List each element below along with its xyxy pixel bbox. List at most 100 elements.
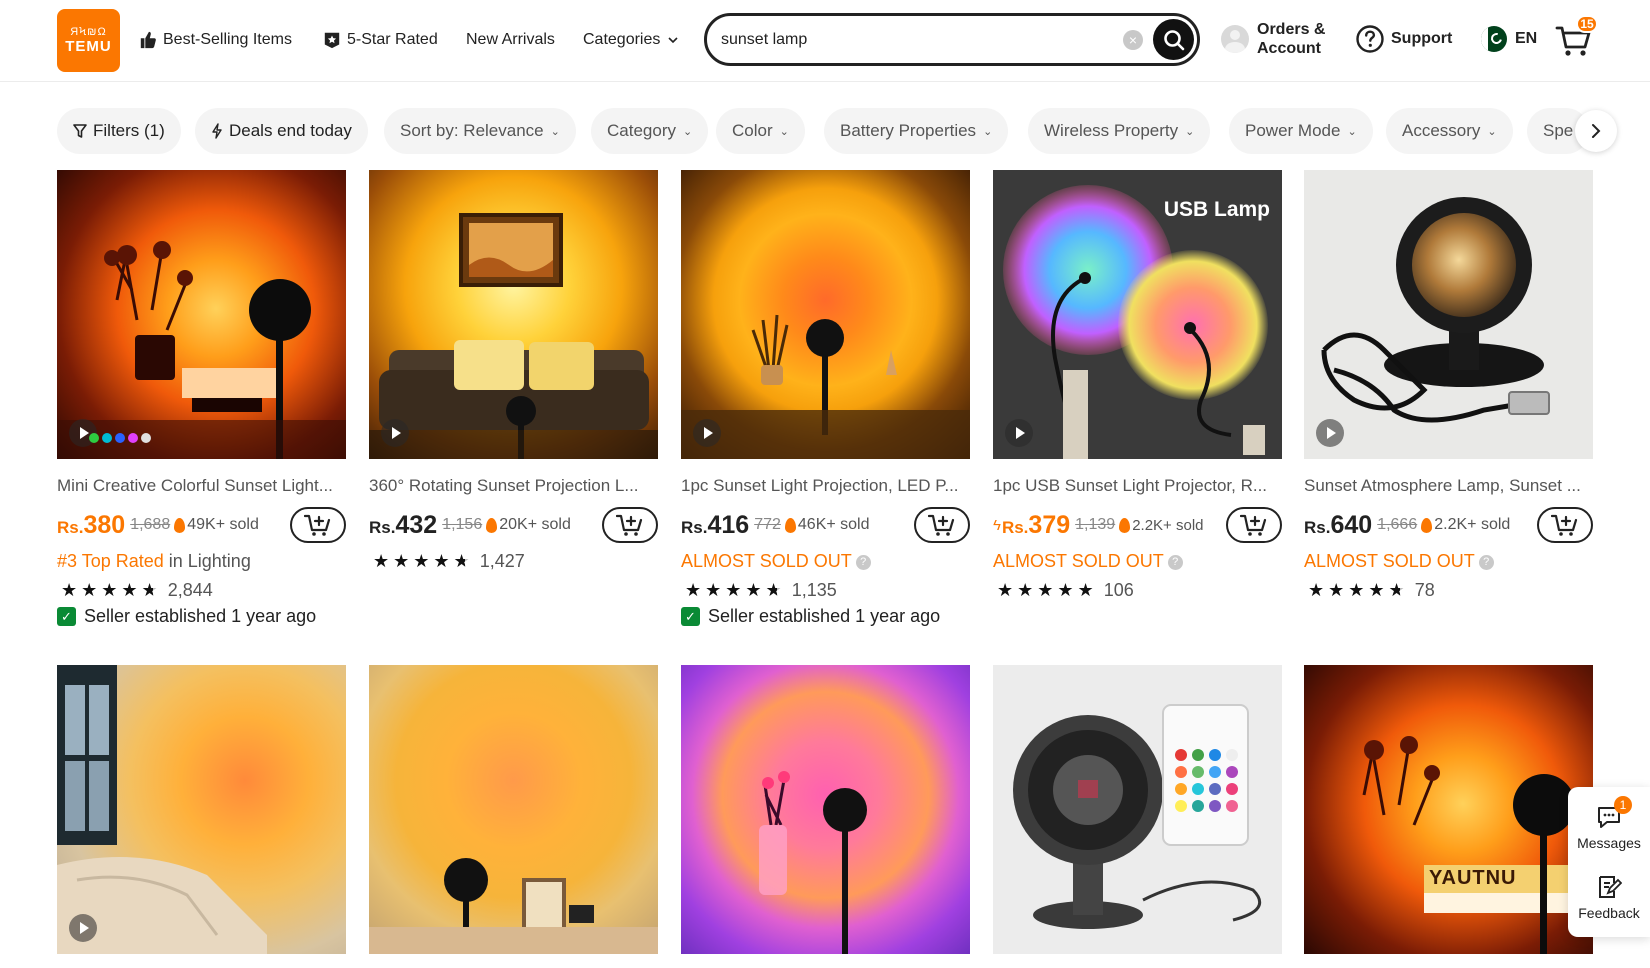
box-label: YAUTNU xyxy=(1429,867,1517,889)
sold-count: 49K+ sold xyxy=(174,516,259,534)
product-image[interactable] xyxy=(57,170,346,459)
messages-badge: 1 xyxy=(1614,796,1632,814)
original-price: 1,688 xyxy=(130,516,171,533)
product-image[interactable]: YAUTNU xyxy=(1304,665,1593,954)
product-title[interactable]: 1pc Sunset Light Projection, LED P... xyxy=(681,476,970,496)
product-card[interactable]: 1pc Sunset Light Projection, LED P... Rs… xyxy=(681,170,970,630)
orders-account[interactable]: Orders & Account xyxy=(1221,20,1337,58)
filter-scroll-next-button[interactable] xyxy=(1575,110,1617,152)
review-count: 1,135 xyxy=(791,580,837,600)
clear-icon[interactable]: × xyxy=(1123,30,1143,50)
video-play-icon[interactable] xyxy=(693,419,721,447)
video-play-icon[interactable] xyxy=(69,914,97,942)
product-title[interactable]: Mini Creative Colorful Sunset Light... xyxy=(57,476,346,496)
support-link[interactable]: Support xyxy=(1355,24,1452,54)
product-image[interactable]: USB Lamp xyxy=(993,170,1282,459)
product-image[interactable] xyxy=(57,665,346,954)
add-to-cart-button[interactable] xyxy=(1537,507,1593,543)
feedback-button[interactable]: Feedback xyxy=(1568,875,1650,921)
category-dropdown[interactable]: Category ⌄ xyxy=(591,108,709,154)
add-to-cart-button[interactable] xyxy=(914,507,970,543)
product-card[interactable]: Mini Creative Colorful Sunset Light... R… xyxy=(57,170,346,630)
product-image[interactable] xyxy=(1304,170,1593,459)
help-icon[interactable]: ? xyxy=(1478,555,1494,570)
sold-count: 20K+ sold xyxy=(486,516,571,534)
original-price: 1,666 xyxy=(1377,516,1418,533)
language-selector[interactable]: EN xyxy=(1481,26,1537,52)
video-play-icon[interactable] xyxy=(381,419,409,447)
search-input[interactable] xyxy=(721,28,1111,52)
video-play-icon[interactable] xyxy=(1005,419,1033,447)
deals-end-today-button[interactable]: Deals end today xyxy=(195,108,368,154)
nav-five-star[interactable]: 5-Star Rated xyxy=(323,28,438,52)
product-card[interactable]: Sunset Atmosphere Lamp, Sunset ... Rs. 64… xyxy=(1304,170,1593,600)
wireless-property-dropdown[interactable]: Wireless Property ⌄ xyxy=(1028,108,1211,154)
top-rated-badge[interactable]: #3 Top Rated in Lighting xyxy=(57,551,251,572)
sold-text: 46K+ sold xyxy=(797,516,870,533)
sort-dropdown[interactable]: Sort by: Relevance ⌄ xyxy=(384,108,576,154)
product-image[interactable] xyxy=(369,170,658,459)
product-image[interactable] xyxy=(681,665,970,954)
star-icons: ★★★★ xyxy=(1308,580,1389,600)
rating: ★★★★ ★ 78 xyxy=(1308,580,1435,601)
nav-categories[interactable]: Categories xyxy=(583,28,680,52)
accessory-dropdown[interactable]: Accessory ⌄ xyxy=(1386,108,1513,154)
add-to-cart-button[interactable] xyxy=(602,507,658,543)
product-card[interactable] xyxy=(681,665,970,954)
flame-icon xyxy=(486,517,498,533)
add-to-cart-button[interactable] xyxy=(290,507,346,543)
half-star-icon: ★ xyxy=(453,551,474,571)
half-star-icon: ★ xyxy=(1388,580,1409,600)
sold-text: 2.2K+ sold xyxy=(1132,516,1204,534)
wireless-label: Wireless Property xyxy=(1044,121,1179,140)
support-label: Support xyxy=(1391,30,1453,47)
question-icon xyxy=(1356,25,1384,53)
nav-best-selling[interactable]: Best-Selling Items xyxy=(139,28,292,52)
search-icon xyxy=(1163,29,1184,50)
product-image[interactable] xyxy=(993,665,1282,954)
stock-status-text: ALMOST SOLD OUT xyxy=(993,551,1164,571)
stock-status: ALMOST SOLD OUT? xyxy=(993,551,1183,572)
filters-button[interactable]: Filters (1) xyxy=(57,108,181,154)
product-card[interactable]: USB Lamp 1pc USB Sunset Light Projector,… xyxy=(993,170,1282,600)
nav-new-arrivals[interactable]: New Arrivals xyxy=(466,28,555,52)
product-image[interactable] xyxy=(681,170,970,459)
sofa-scene-image xyxy=(369,213,658,459)
chat-icon: 1 xyxy=(1596,796,1632,829)
power-mode-dropdown[interactable]: Power Mode ⌄ xyxy=(1229,108,1373,154)
power-label: Power Mode xyxy=(1245,121,1341,140)
image-label: USB Lamp xyxy=(1163,198,1270,221)
product-card[interactable]: 360° Rotating Sunset Projection L... Rs.… xyxy=(369,170,658,571)
stock-status: ALMOST SOLD OUT? xyxy=(1304,551,1494,572)
video-play-icon[interactable] xyxy=(1316,419,1344,447)
search-button[interactable] xyxy=(1153,19,1194,60)
atmosphere-lamp-image xyxy=(1321,197,1550,423)
stock-status: ALMOST SOLD OUT? xyxy=(681,551,871,572)
product-card[interactable]: YAUTNU xyxy=(1304,665,1593,954)
product-card[interactable] xyxy=(369,665,658,954)
add-to-cart-button[interactable] xyxy=(1226,507,1282,543)
product-card[interactable] xyxy=(993,665,1282,954)
battery-properties-dropdown[interactable]: Battery Properties ⌄ xyxy=(824,108,1009,154)
help-icon[interactable]: ? xyxy=(855,555,871,570)
lamp-remote-image xyxy=(1013,704,1262,929)
sold-count: 46K+ sold xyxy=(784,516,870,534)
product-card[interactable] xyxy=(57,665,346,954)
product-title[interactable]: 1pc USB Sunset Light Projector, R... xyxy=(993,476,1282,496)
funnel-icon xyxy=(73,124,87,138)
sold-count: 2.2K+ sold xyxy=(1421,516,1510,534)
check-calendar-icon: ✓ xyxy=(57,607,76,626)
lamp-scene-image xyxy=(57,241,346,459)
product-image[interactable] xyxy=(369,665,658,954)
star-icons: ★★★★★ xyxy=(997,580,1098,600)
deals-label: Deals end today xyxy=(229,121,352,140)
help-icon[interactable]: ? xyxy=(1167,555,1183,570)
product-title[interactable]: Sunset Atmosphere Lamp, Sunset ... xyxy=(1304,476,1593,496)
messages-button[interactable]: 1 Messages xyxy=(1568,796,1650,851)
temu-logo[interactable]: ЯϞ₪Ω TEMU xyxy=(57,9,120,72)
cart-button[interactable]: 15 xyxy=(1555,15,1598,58)
rank-text: #3 Top Rated xyxy=(57,551,164,571)
product-title[interactable]: 360° Rotating Sunset Projection L... xyxy=(369,476,658,496)
color-dropdown[interactable]: Color ⌄ xyxy=(716,108,805,154)
rating: ★★★★ ★ 2,844 xyxy=(61,580,213,601)
